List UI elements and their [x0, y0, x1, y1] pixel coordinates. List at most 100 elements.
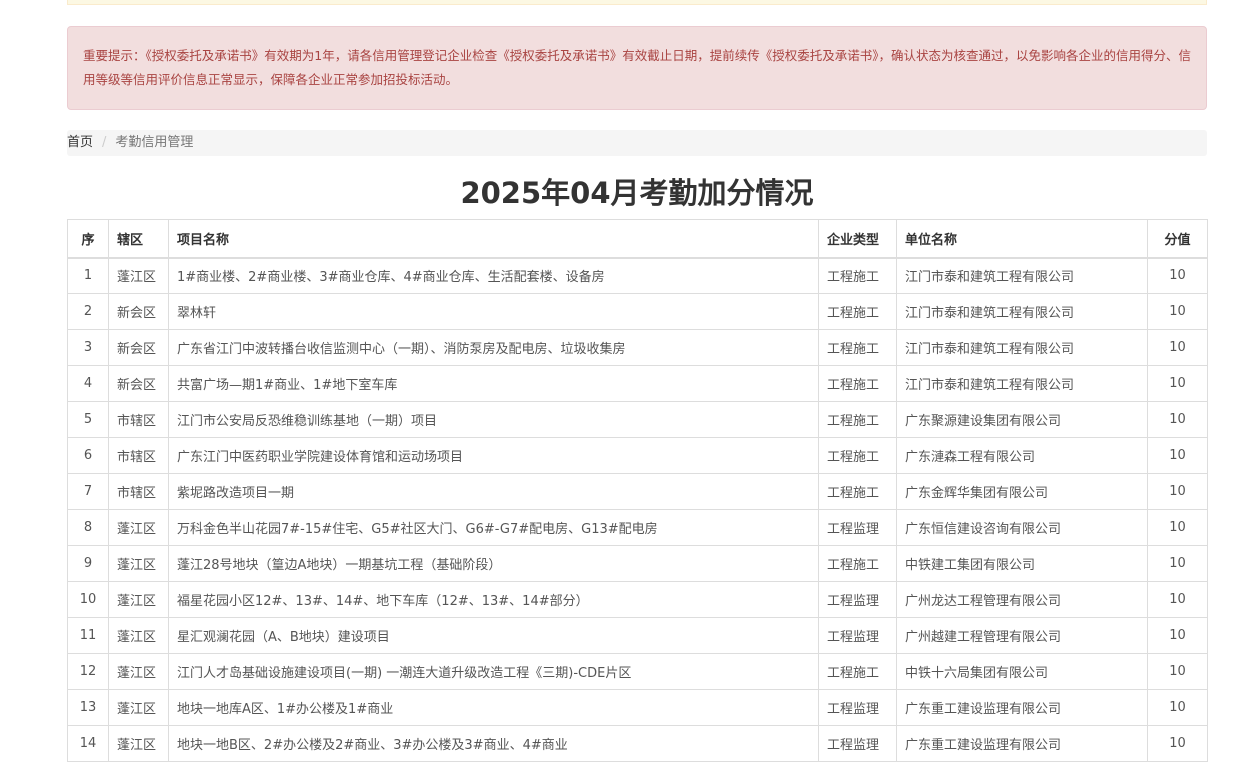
table-row: 10 蓬江区 福星花园小区12#、13#、14#、地下车库（12#、13#、14#部…: [67, 581, 1208, 618]
table-row: 5 市辖区 江门市公安局反恐维稳训练基地（一期）项目 工程施工 广东聚源建设集团有限公司…: [67, 401, 1208, 438]
cell-company: 江门市泰和建筑工程有限公司: [896, 293, 1148, 330]
cell-seq: 9: [67, 545, 109, 582]
cell-district: 蓬江区: [108, 581, 169, 618]
cell-company: 广东恒信建设咨询有限公司: [896, 509, 1148, 546]
cell-score: 10: [1147, 581, 1208, 618]
table-row: 8 蓬江区 万科金色半山花园7#-15#住宅、G5#社区大门、G6#-G7#配电房、…: [67, 509, 1208, 546]
cell-district: 蓬江区: [108, 653, 169, 690]
header-district: 辖区: [108, 219, 169, 259]
cell-score: 10: [1147, 329, 1208, 366]
breadcrumb-separator: /: [102, 135, 107, 150]
cell-company: 中铁十六局集团有限公司: [896, 653, 1148, 690]
cell-type: 工程施工: [818, 257, 897, 294]
cell-seq: 13: [67, 689, 109, 726]
cell-seq: 7: [67, 473, 109, 510]
cell-seq: 14: [67, 725, 109, 762]
cell-score: 10: [1147, 509, 1208, 546]
cell-district: 市辖区: [108, 401, 169, 438]
cell-district: 蓬江区: [108, 725, 169, 762]
important-notice-alert: 重要提示：《授权委托及承诺书》有效期为1年，请各信用管理登记企业检查《授权委托及…: [67, 26, 1207, 110]
cell-score: 10: [1147, 365, 1208, 402]
attendance-score-table: 序 辖区 项目名称 企业类型 单位名称 分值 1 蓬江区 1#商业楼、2#商业楼、3…: [67, 219, 1208, 762]
cell-district: 蓬江区: [108, 509, 169, 546]
cell-seq: 2: [67, 293, 109, 330]
cell-seq: 11: [67, 617, 109, 654]
table-row: 6 市辖区 广东江门中医药职业学院建设体育馆和运动场项目 工程施工 广东漣森工程有限公司…: [67, 437, 1208, 474]
table-row: 9 蓬江区 蓬江28号地块（篁边A地块）一期基坑工程（基础阶段） 工程施工 中铁建工集团…: [67, 545, 1208, 582]
cell-type: 工程监理: [818, 689, 897, 726]
cell-district: 市辖区: [108, 437, 169, 474]
cell-seq: 10: [67, 581, 109, 618]
cell-company: 广东金辉华集团有限公司: [896, 473, 1148, 510]
cell-type: 工程监理: [818, 725, 897, 762]
page: 重要提示：《授权委托及承诺书》有效期为1年，请各信用管理登记企业检查《授权委托及…: [0, 0, 1235, 777]
cell-score: 10: [1147, 545, 1208, 582]
table-row: 3 新会区 广东省江门中波转播台收信监测中心（一期）、消防泵房及配电房、垃圾收集房工…: [67, 329, 1208, 366]
cell-seq: 5: [67, 401, 109, 438]
cell-project: 地块一地B区、2#办公楼及2#商业、3#办公楼及3#商业、4#商业: [168, 725, 819, 762]
cell-project: 翠林轩: [168, 293, 819, 330]
breadcrumb-current: 考勤信用管理: [115, 135, 194, 150]
cell-district: 蓬江区: [108, 257, 169, 294]
cell-score: 10: [1147, 293, 1208, 330]
table-row: 13 蓬江区 地块一地库A区、1#办公楼及1#商业 工程监理 广东重工建设监理有限公司 1…: [67, 689, 1208, 726]
cell-company: 江门市泰和建筑工程有限公司: [896, 329, 1148, 366]
cell-project: 地块一地库A区、1#办公楼及1#商业: [168, 689, 819, 726]
cell-project: 1#商业楼、2#商业楼、3#商业仓库、4#商业仓库、生活配套楼、设备房: [168, 257, 819, 294]
cell-company: 广东漣森工程有限公司: [896, 437, 1148, 474]
cell-seq: 1: [67, 257, 109, 294]
cell-seq: 4: [67, 365, 109, 402]
cell-type: 工程施工: [818, 473, 897, 510]
cell-type: 工程施工: [818, 545, 897, 582]
cell-type: 工程施工: [818, 437, 897, 474]
cell-project: 福星花园小区12#、13#、14#、地下车库（12#、13#、14#部分）: [168, 581, 819, 618]
warning-alert-strip: [67, 0, 1207, 5]
cell-seq: 8: [67, 509, 109, 546]
cell-type: 工程监理: [818, 617, 897, 654]
table-body: 1 蓬江区 1#商业楼、2#商业楼、3#商业仓库、4#商业仓库、生活配套楼、设备房工…: [67, 257, 1208, 762]
cell-seq: 6: [67, 437, 109, 474]
header-seq: 序: [67, 219, 109, 259]
cell-score: 10: [1147, 473, 1208, 510]
cell-project: 江门市公安局反恐维稳训练基地（一期）项目: [168, 401, 819, 438]
cell-company: 江门市泰和建筑工程有限公司: [896, 365, 1148, 402]
cell-company: 广州越建工程管理有限公司: [896, 617, 1148, 654]
cell-company: 中铁建工集团有限公司: [896, 545, 1148, 582]
cell-type: 工程施工: [818, 401, 897, 438]
cell-seq: 3: [67, 329, 109, 366]
cell-score: 10: [1147, 689, 1208, 726]
cell-score: 10: [1147, 257, 1208, 294]
cell-project: 广东省江门中波转播台收信监测中心（一期）、消防泵房及配电房、垃圾收集房: [168, 329, 819, 366]
breadcrumb-home-link[interactable]: 首页: [67, 130, 93, 156]
table-row: 14 蓬江区 地块一地B区、2#办公楼及2#商业、3#办公楼及3#商业、4#商业 工程…: [67, 725, 1208, 762]
cell-district: 新会区: [108, 329, 169, 366]
table-row: 12 蓬江区 江门人才岛基础设施建设项目(一期) 一潮连大道升级改造工程《三期)-C…: [67, 653, 1208, 690]
cell-district: 蓬江区: [108, 545, 169, 582]
header-score: 分值: [1147, 219, 1208, 259]
table-row: 7 市辖区 紫坭路改造项目一期 工程施工 广东金辉华集团有限公司 10: [67, 473, 1208, 510]
cell-score: 10: [1147, 725, 1208, 762]
cell-project: 共富广场—期1#商业、1#地下室车库: [168, 365, 819, 402]
table-row: 11 蓬江区 星汇观澜花园（A、B地块）建设项目 工程监理 广州越建工程管理有限公司 10: [67, 617, 1208, 654]
table-row: 4 新会区 共富广场—期1#商业、1#地下室车库 工程施工 江门市泰和建筑工程有限公司 1…: [67, 365, 1208, 402]
header-type: 企业类型: [818, 219, 897, 259]
cell-district: 新会区: [108, 293, 169, 330]
cell-score: 10: [1147, 617, 1208, 654]
cell-company: 广东聚源建设集团有限公司: [896, 401, 1148, 438]
cell-project: 万科金色半山花园7#-15#住宅、G5#社区大门、G6#-G7#配电房、G13#…: [168, 509, 819, 546]
table-header-row: 序 辖区 项目名称 企业类型 单位名称 分值: [67, 219, 1208, 259]
cell-district: 市辖区: [108, 473, 169, 510]
cell-project: 广东江门中医药职业学院建设体育馆和运动场项目: [168, 437, 819, 474]
cell-type: 工程监理: [818, 509, 897, 546]
cell-project: 江门人才岛基础设施建设项目(一期) 一潮连大道升级改造工程《三期)-CDE片区: [168, 653, 819, 690]
cell-company: 广州龙达工程管理有限公司: [896, 581, 1148, 618]
cell-company: 广东重工建设监理有限公司: [896, 725, 1148, 762]
header-project: 项目名称: [168, 219, 819, 259]
cell-district: 蓬江区: [108, 689, 169, 726]
table-row: 1 蓬江区 1#商业楼、2#商业楼、3#商业仓库、4#商业仓库、生活配套楼、设备房工…: [67, 257, 1208, 294]
cell-company: 广东重工建设监理有限公司: [896, 689, 1148, 726]
cell-type: 工程施工: [818, 329, 897, 366]
cell-score: 10: [1147, 653, 1208, 690]
cell-district: 新会区: [108, 365, 169, 402]
header-company: 单位名称: [896, 219, 1148, 259]
